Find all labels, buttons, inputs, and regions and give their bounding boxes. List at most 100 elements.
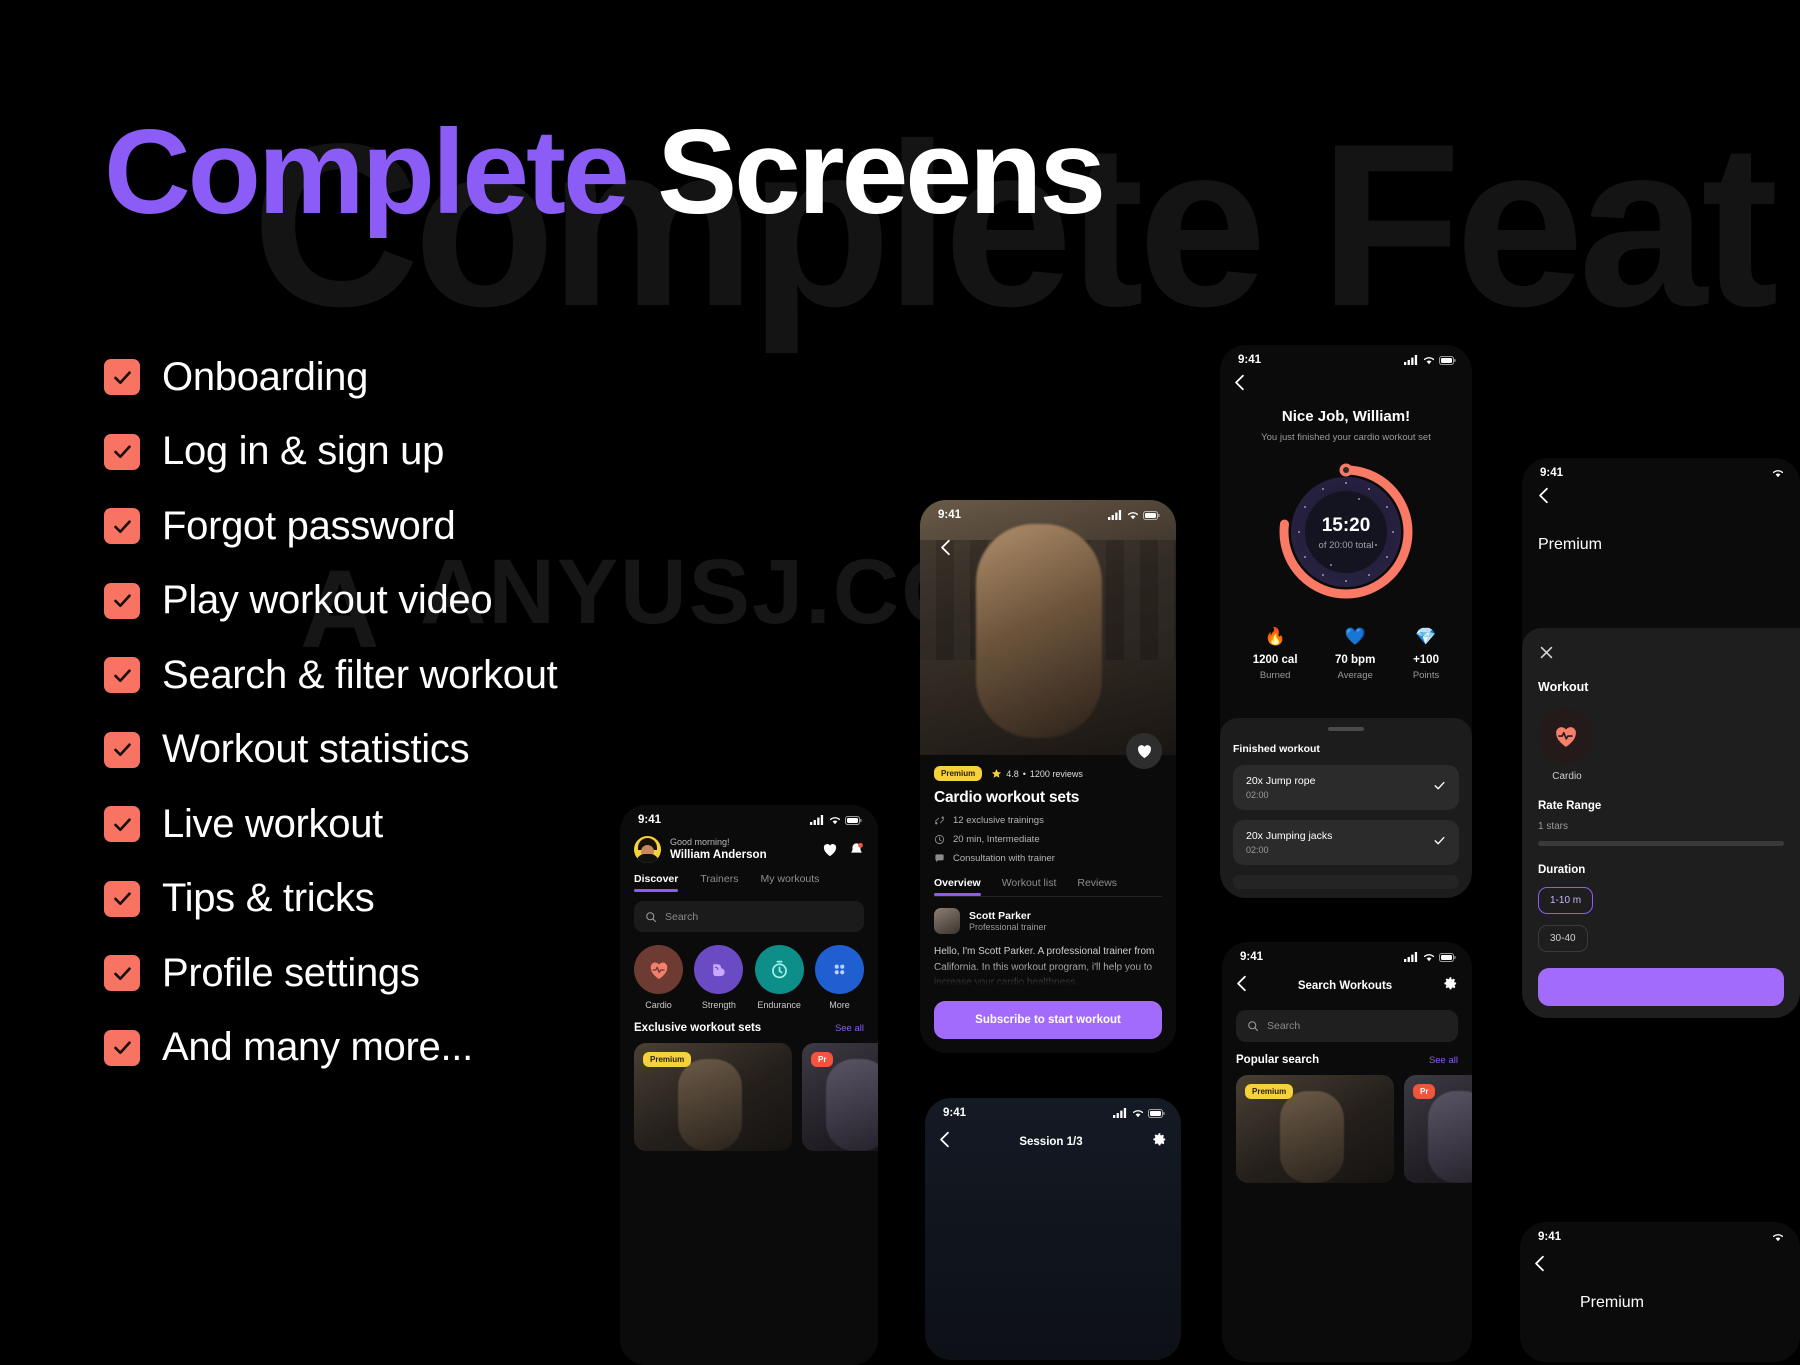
checklist-item: Workout statistics (104, 713, 557, 788)
status-bar-icons (1404, 355, 1456, 365)
status-bar-time: 9:41 (1240, 951, 1264, 963)
checklist-item-label: Onboarding (162, 354, 369, 399)
stat-average-bpm: 💙 70 bpm Average (1335, 627, 1375, 681)
cellular-icon (1404, 355, 1418, 365)
avatar[interactable] (634, 836, 661, 863)
filter-category-cardio[interactable]: Cardio (1538, 708, 1596, 782)
premium-badge: Premium (1538, 536, 1603, 553)
home-tabs: Discover Trainers My workouts (620, 863, 878, 892)
category-label: Cardio (645, 1000, 672, 1010)
wifi-icon (1772, 1234, 1784, 1242)
greeting-text: Good morning! (670, 836, 730, 847)
stat-value: 1200 cal (1252, 654, 1298, 666)
back-button[interactable] (1522, 481, 1800, 509)
heart-icon[interactable] (822, 842, 838, 857)
category-more[interactable]: More (814, 945, 864, 1010)
search-input[interactable]: Search (1236, 1010, 1458, 1042)
cellular-icon (1404, 952, 1418, 962)
battery-icon (1148, 1108, 1165, 1118)
status-bar-icons (810, 815, 862, 825)
duration-label: Duration (1538, 864, 1586, 876)
trainer-block[interactable]: Scott Parker Professional trainer (934, 908, 1162, 934)
favorite-button[interactable] (1126, 733, 1162, 769)
premium-badge: Premium (1580, 1294, 1645, 1311)
category-endurance[interactable]: Endurance (754, 945, 804, 1010)
status-bar-time: 9:41 (1540, 467, 1564, 479)
workout-card[interactable]: Premium (634, 1043, 792, 1151)
workout-card[interactable]: Premium (1236, 1075, 1394, 1183)
status-bar: 9:41 (1220, 345, 1472, 368)
workout-card[interactable]: Pr (802, 1043, 878, 1151)
gear-icon[interactable] (1152, 1132, 1167, 1152)
back-button[interactable] (932, 534, 958, 560)
battery-icon (1143, 510, 1160, 520)
exercise-row[interactable]: 20x Jump rope 02:00 (1233, 765, 1459, 810)
wifi-icon (1423, 954, 1435, 962)
search-input[interactable]: Search (634, 901, 864, 932)
tab-discover[interactable]: Discover (634, 873, 679, 892)
premium-badge: Premium (1245, 1084, 1294, 1099)
rate-range-value: 1 stars (1538, 821, 1569, 832)
trainer-name: Scott Parker (969, 910, 1031, 922)
duration-chip[interactable]: 30-40 (1538, 925, 1588, 952)
rate-range-slider[interactable] (1538, 841, 1784, 846)
workout-card[interactable]: Pr (1404, 1075, 1472, 1183)
bell-icon[interactable] (849, 842, 864, 858)
clock-icon (934, 834, 945, 845)
screen-title: Search Workouts (1297, 980, 1393, 992)
checkbox-checked-icon (104, 1029, 140, 1066)
checklist-item-label: Profile settings (162, 950, 420, 995)
checkbox-checked-icon (104, 508, 140, 545)
category-strength[interactable]: Strength (694, 945, 744, 1010)
battery-icon (845, 815, 862, 825)
feature-row: Consultation with trainer (934, 853, 1162, 864)
checklist-item-label: Play workout video (162, 578, 493, 623)
wifi-icon (1132, 1110, 1144, 1118)
duration-chip-selected[interactable]: 1-10 m (1538, 887, 1594, 914)
time-elapsed: 15:20 (1321, 515, 1371, 536)
gear-icon[interactable] (1443, 976, 1458, 996)
checklist-item: Search & filter workout (104, 638, 558, 713)
session-nav: Session 1/3 (925, 1121, 1181, 1153)
exercise-row[interactable]: 20x Jumping jacks 02:00 (1233, 820, 1459, 865)
progress-ring: 15:20 of 20:00 total (1220, 457, 1472, 607)
sheet-grabber[interactable] (1328, 727, 1364, 731)
back-button[interactable] (1220, 368, 1472, 396)
grid-dots-icon (814, 945, 864, 994)
exercise-name: 20x Jump rope (1246, 775, 1316, 787)
see-all-link[interactable]: See all (835, 1023, 864, 1034)
back-button[interactable] (1534, 1255, 1545, 1277)
checkbox-checked-icon (104, 731, 140, 768)
check-icon (1433, 779, 1446, 797)
tab-reviews[interactable]: Reviews (1077, 877, 1117, 896)
exclusive-section-header: Exclusive workout sets See all (620, 1010, 878, 1034)
see-all-link[interactable]: See all (1429, 1055, 1458, 1066)
battery-icon (1439, 355, 1456, 365)
back-button[interactable] (939, 1131, 950, 1153)
stopwatch-icon (754, 945, 804, 994)
page-title: Complete Screens (104, 112, 1106, 232)
exercise-row-partial (1233, 875, 1459, 889)
search-nav: Search Workouts (1222, 965, 1472, 997)
close-icon (1540, 646, 1553, 659)
rating-block: 4.8 • 1200 reviews (991, 768, 1083, 779)
tab-trainers[interactable]: Trainers (700, 873, 738, 892)
review-count: 1200 reviews (1029, 768, 1083, 779)
apply-filter-button[interactable] (1538, 968, 1784, 1006)
close-button[interactable] (1538, 628, 1784, 666)
status-bar-icons (1113, 1108, 1165, 1118)
rate-range-label: Rate Range (1538, 800, 1602, 812)
rating-value: 4.8 (1006, 768, 1019, 779)
diamond-icon: 💎 (1415, 627, 1437, 646)
checklist-item-label: Forgot password (162, 503, 456, 548)
status-bar: 9:41 (1520, 1222, 1800, 1245)
exercise-duration: 02:00 (1246, 790, 1269, 800)
tab-workout-list[interactable]: Workout list (1002, 877, 1057, 896)
tab-my-workouts[interactable]: My workouts (760, 873, 819, 892)
subscribe-button[interactable]: Subscribe to start workout (934, 1001, 1162, 1039)
back-button[interactable] (1236, 975, 1247, 997)
status-bar: 9:41 (1522, 458, 1800, 481)
category-cardio[interactable]: Cardio (634, 945, 683, 1010)
tab-overview[interactable]: Overview (934, 877, 981, 896)
home-screen-mockup: 9:41 Good morning! William Anderson Disc… (620, 805, 878, 1365)
